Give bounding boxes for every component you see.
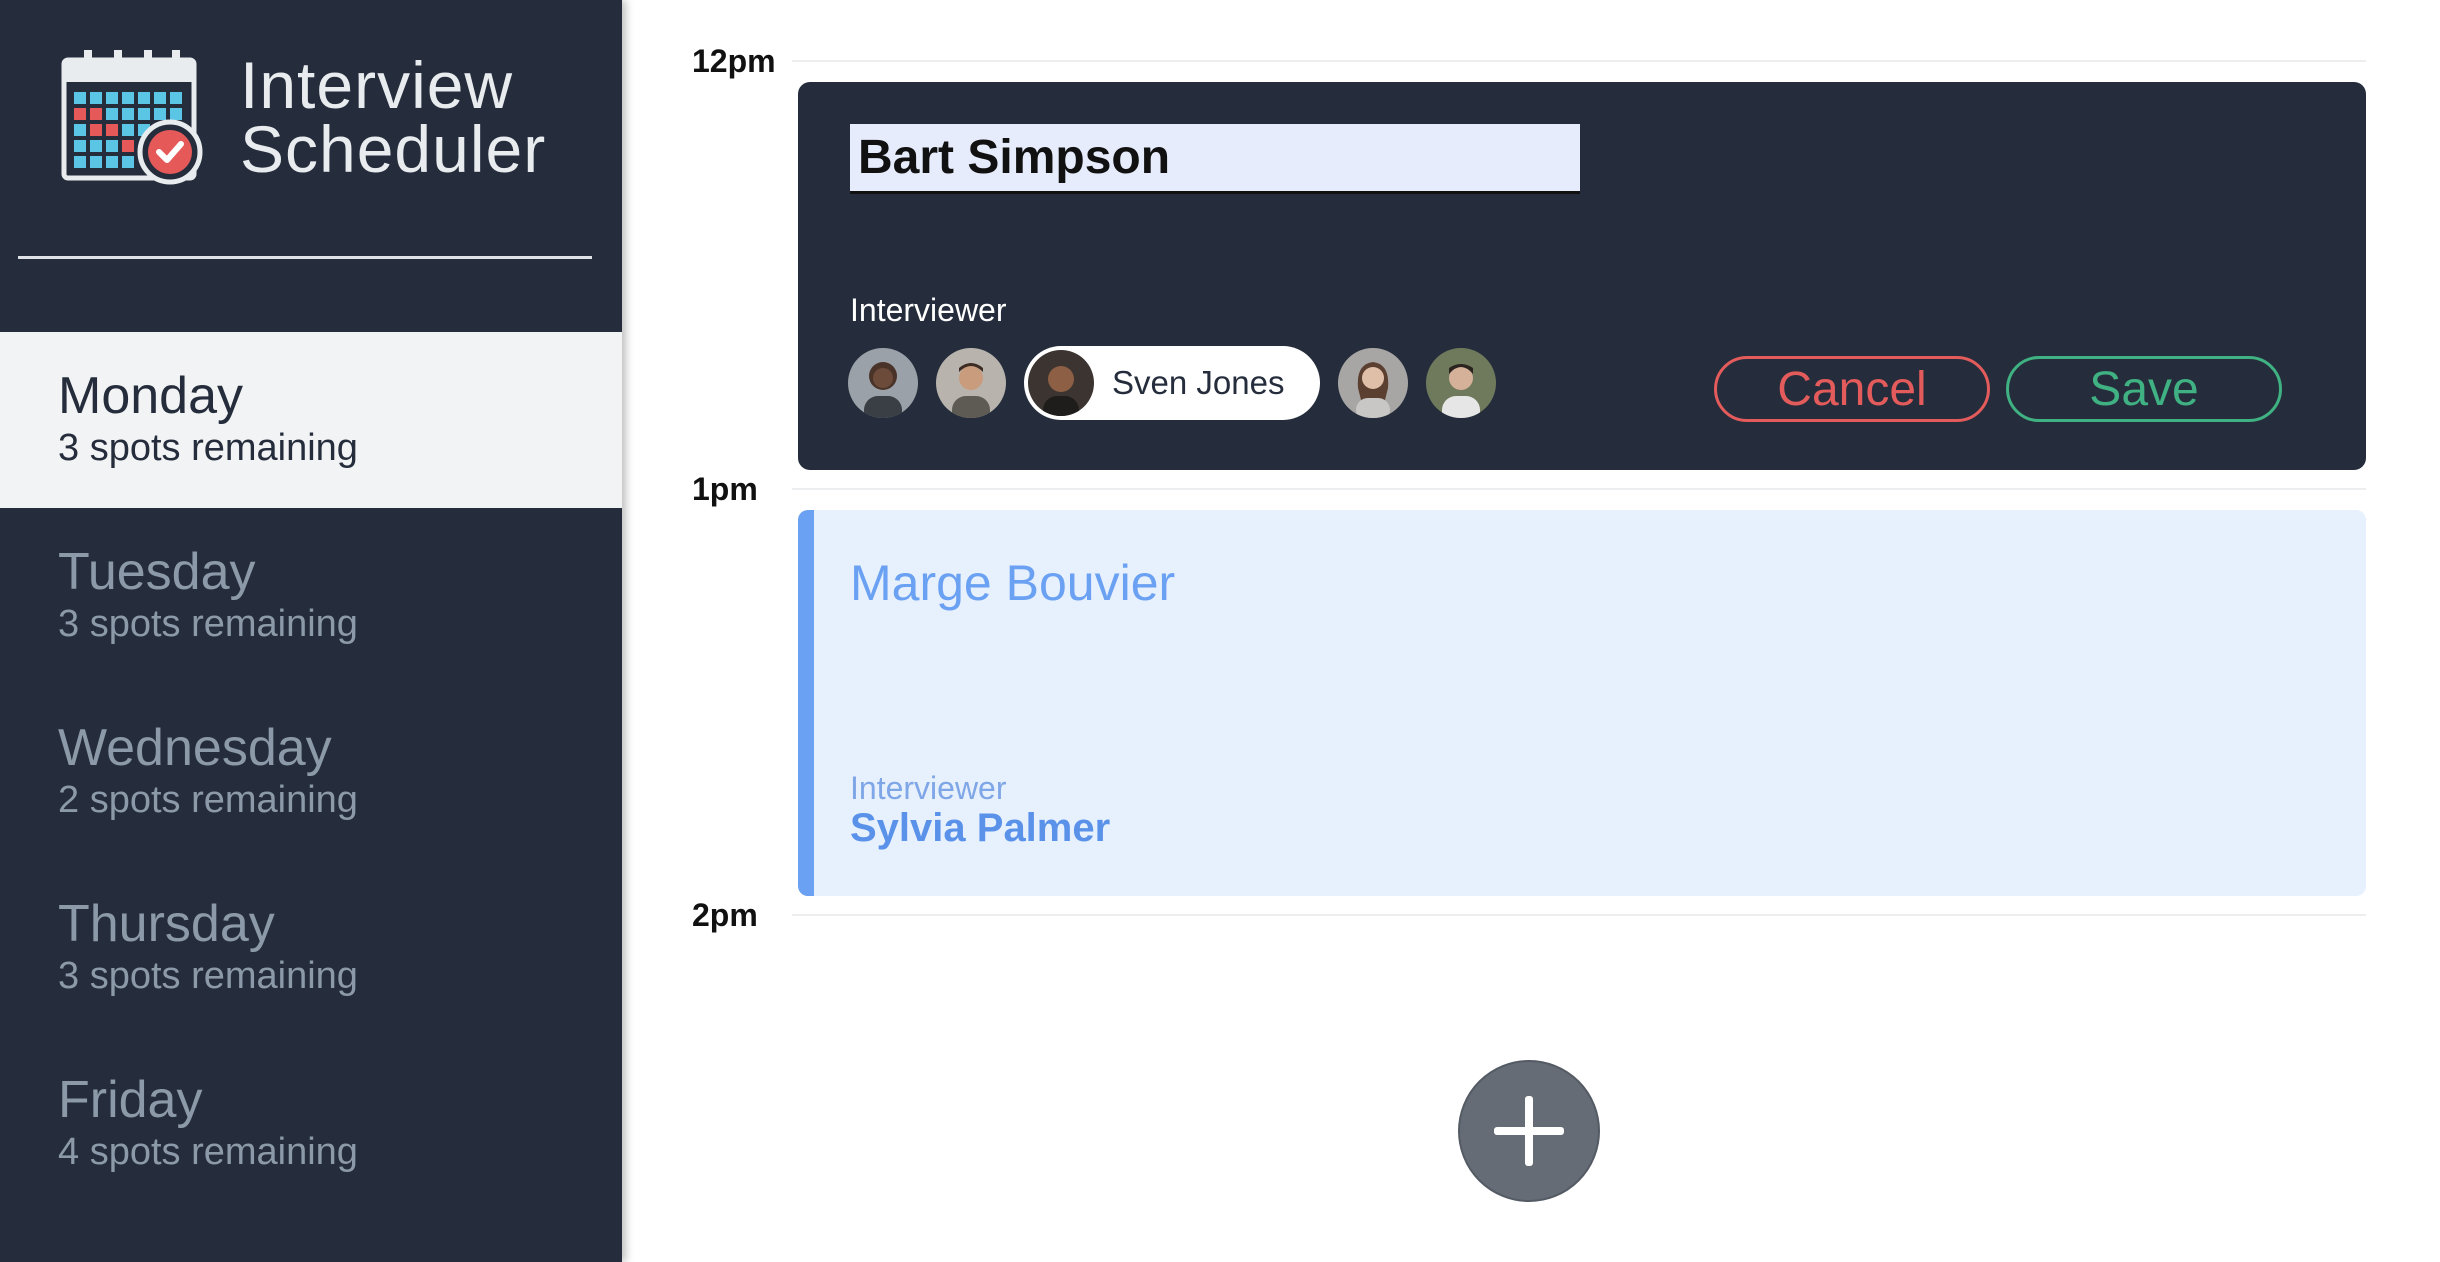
appointment-card[interactable]: Marge Bouvier Interviewer Sylvia Palmer [798,510,2366,896]
day-spots: 3 spots remaining [58,427,358,469]
day-name: Tuesday [58,543,256,601]
time-divider [792,60,2366,62]
brand: Interview Scheduler [60,48,546,186]
day-item-tuesday[interactable]: Tuesday 3 spots remaining [0,508,622,684]
day-spots: 2 spots remaining [58,779,358,821]
day-item-thursday[interactable]: Thursday 3 spots remaining [0,860,622,1036]
cancel-button[interactable]: Cancel [1714,356,1990,422]
appointment-interviewer-heading: Interviewer [850,770,1007,806]
day-item-friday[interactable]: Friday 4 spots remaining [0,1036,622,1212]
day-name: Friday [58,1071,203,1129]
app-title: Interview Scheduler [240,48,547,186]
day-item-wednesday[interactable]: Wednesday 2 spots remaining [0,684,622,860]
day-name: Wednesday [58,719,332,777]
plus-icon [1494,1096,1564,1166]
interviewer-heading: Interviewer [850,292,1007,328]
interviewer-list: Sven Jones [848,346,1514,420]
time-label: 1pm [692,471,758,507]
day-spots: 3 spots remaining [58,955,358,997]
add-appointment-button[interactable] [1458,1060,1600,1202]
student-name-input[interactable] [850,124,1580,194]
sidebar-divider [18,256,592,259]
day-spots: 3 spots remaining [58,603,358,645]
day-list: Monday 3 spots remaining Tuesday 3 spots… [0,332,622,1212]
time-divider [792,488,2366,490]
time-label: 12pm [692,43,776,79]
appointment-edit-form: Interviewer Sven Jones Cancel Save [798,82,2366,470]
save-button[interactable]: Save [2006,356,2282,422]
selected-interviewer[interactable]: Sven Jones [1024,346,1321,420]
avatar-icon [1028,350,1094,416]
avatar-icon[interactable] [936,348,1006,418]
avatar-icon[interactable] [1426,348,1497,418]
time-divider [792,914,2366,916]
selected-interviewer-name: Sven Jones [1112,364,1285,401]
time-label: 2pm [692,897,758,933]
avatar-icon[interactable] [1338,348,1409,418]
day-name: Thursday [58,895,275,953]
day-name: Monday [58,367,243,425]
app-title-line2: Scheduler [240,112,547,186]
appointment-interviewer-name: Sylvia Palmer [850,806,1111,850]
day-item-monday[interactable]: Monday 3 spots remaining [0,332,622,508]
day-spots: 4 spots remaining [58,1131,358,1173]
appointment-student-name: Marge Bouvier [850,555,1176,611]
sidebar: Interview Scheduler Monday 3 spots remai… [0,0,622,1262]
schedule-main: 12pm 1pm 2pm Interviewer Sven Jones [622,0,2440,1262]
calendar-check-icon [61,50,203,185]
app-title-line1: Interview [240,48,514,122]
appointment-accent [798,510,814,896]
avatar-icon[interactable] [848,348,918,418]
